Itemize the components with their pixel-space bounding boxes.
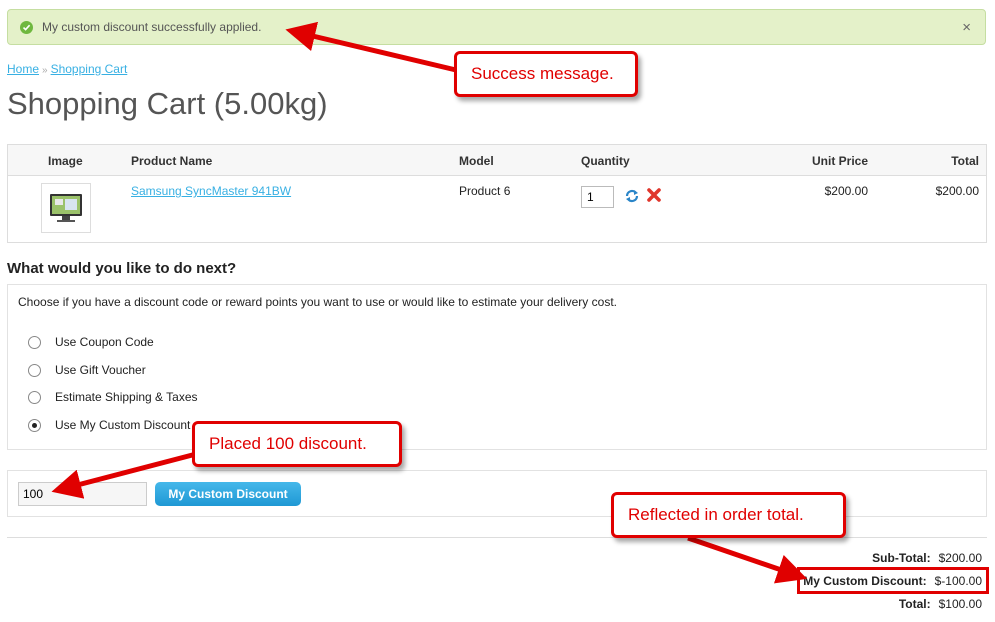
option-custom-discount[interactable]: Use My Custom Discount <box>28 418 190 432</box>
close-icon[interactable]: × <box>962 19 971 36</box>
option-label: Estimate Shipping & Taxes <box>55 390 198 404</box>
discount-highlight-box <box>797 567 989 594</box>
callout-reflected-text: Reflected in order total. <box>628 505 804 524</box>
option-coupon-code[interactable]: Use Coupon Code <box>28 335 154 349</box>
remove-icon[interactable] <box>646 187 662 203</box>
subtotal-line: Sub-Total: $200.00 <box>872 551 982 565</box>
radio-custom-discount[interactable] <box>28 418 41 432</box>
breadcrumb-home-link[interactable]: Home <box>7 62 39 76</box>
breadcrumb-cart-link[interactable]: Shopping Cart <box>51 62 128 76</box>
callout-reflected: Reflected in order total. <box>611 492 846 538</box>
quantity-input[interactable] <box>581 186 614 208</box>
product-name-link[interactable]: Samsung SyncMaster 941BW <box>131 184 291 198</box>
success-message: My custom discount successfully applied. <box>42 20 262 34</box>
option-label: Use My Custom Discount <box>55 418 191 432</box>
apply-discount-button[interactable]: My Custom Discount <box>155 482 301 506</box>
total-label: Total: <box>898 597 931 611</box>
line-total: $200.00 <box>935 184 979 198</box>
option-gift-voucher[interactable]: Use Gift Voucher <box>28 363 146 377</box>
radio-estimate-shipping[interactable] <box>28 390 41 404</box>
next-options-panel: Choose if you have a discount code or re… <box>7 284 987 450</box>
unit-price: $200.00 <box>824 184 868 198</box>
cart-table-header: Image Product Name Model Quantity Unit P… <box>8 145 986 176</box>
page-title: Shopping Cart (5.00kg) <box>7 86 328 121</box>
column-unit-price: Unit Price <box>811 154 868 168</box>
product-model: Product 6 <box>459 184 511 198</box>
next-section-title: What would you like to do next? <box>7 260 237 277</box>
subtotal-value: $200.00 <box>938 551 982 565</box>
column-image: Image <box>48 154 83 168</box>
callout-success-text: Success message. <box>471 64 614 83</box>
total-line: Total: $100.00 <box>899 597 982 611</box>
callout-placed: Placed 100 discount. <box>192 421 402 467</box>
subtotal-label: Sub-Total: <box>872 551 931 565</box>
discount-amount-input[interactable] <box>18 482 147 506</box>
column-total: Total <box>951 154 979 168</box>
total-value: $100.00 <box>938 597 982 611</box>
success-alert: My custom discount successfully applied.… <box>7 9 986 45</box>
column-quantity: Quantity <box>581 154 630 168</box>
table-row: Samsung SyncMaster 941BW Product 6 $200.… <box>8 176 986 243</box>
breadcrumb-separator: » <box>42 65 48 76</box>
monitor-icon <box>50 194 82 222</box>
refresh-icon[interactable] <box>624 188 640 204</box>
option-estimate-shipping[interactable]: Estimate Shipping & Taxes <box>28 390 198 404</box>
callout-success: Success message. <box>454 51 638 97</box>
column-model: Model <box>459 154 494 168</box>
column-product-name: Product Name <box>131 154 213 168</box>
product-thumbnail[interactable] <box>41 183 91 233</box>
check-circle-icon <box>20 20 33 34</box>
option-label: Use Gift Voucher <box>55 363 146 377</box>
cart-table: Image Product Name Model Quantity Unit P… <box>7 144 987 243</box>
arrow-reflected <box>687 535 808 584</box>
radio-gift-voucher[interactable] <box>28 363 41 377</box>
breadcrumb: Home» Shopping Cart <box>7 62 127 76</box>
radio-coupon-code[interactable] <box>28 335 41 349</box>
next-options-intro: Choose if you have a discount code or re… <box>18 295 617 309</box>
callout-placed-text: Placed 100 discount. <box>209 434 367 453</box>
option-label: Use Coupon Code <box>55 335 154 349</box>
